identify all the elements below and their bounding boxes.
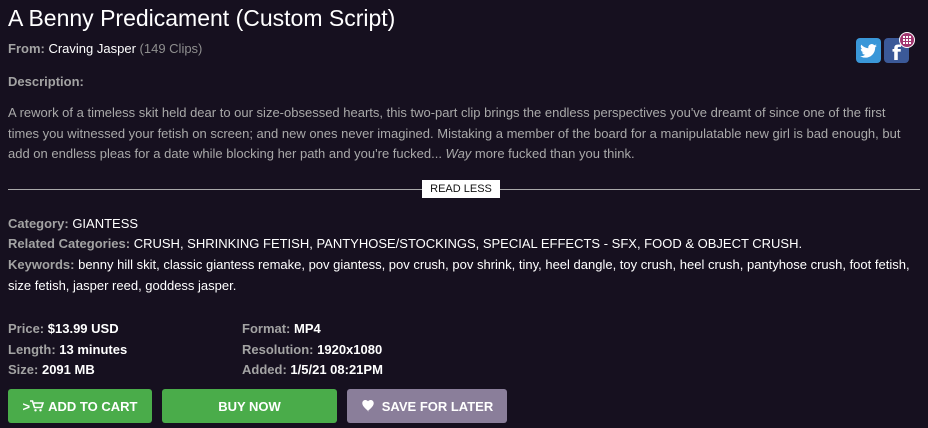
add-to-cart-button[interactable]: > ADD TO CART — [8, 389, 152, 423]
category-row: Category: GIANTESS — [8, 214, 918, 235]
added-label: Added: — [242, 362, 287, 377]
related-categories-row: Related Categories: CRUSH, SHRINKING FET… — [8, 234, 918, 255]
resolution-row: Resolution: 1920x1080 — [242, 340, 383, 361]
clip-from: From: Craving Jasper (149 Clips) — [8, 41, 202, 56]
keywords-row: Keywords: benny hill skit, classic giant… — [8, 255, 918, 296]
related-categories-links[interactable]: CRUSH, SHRINKING FETISH, PANTYHOSE/STOCK… — [134, 236, 802, 251]
twitter-share-button[interactable] — [856, 38, 881, 63]
description-text: A rework of a timeless skit held dear to… — [8, 103, 920, 165]
description-emphasis: Way — [445, 146, 472, 161]
buy-now-button[interactable]: BUY NOW — [162, 389, 337, 423]
size-row: Size: 2091 MB — [8, 360, 127, 381]
save-for-later-button[interactable]: SAVE FOR LATER — [347, 389, 507, 423]
format-value: MP4 — [294, 321, 321, 336]
category-link[interactable]: GIANTESS — [72, 216, 138, 231]
size-value: 2091 MB — [41, 362, 95, 377]
resolution-value: 1920x1080 — [317, 341, 383, 357]
specs-right: Format: MP4 Resolution: 1920x1080 Added:… — [242, 319, 383, 381]
save-for-later-label: SAVE FOR LATER — [381, 398, 494, 414]
category-label: Category: — [8, 216, 69, 231]
clip-detail-panel: A Benny Predicament (Custom Script) From… — [0, 0, 928, 428]
specs-left: Price: $13.99 USD Length: 13 minutes Siz… — [8, 319, 127, 381]
description-label: Description: — [8, 74, 84, 89]
grid-icon — [903, 36, 911, 44]
price-row: Price: $13.99 USD — [8, 319, 127, 340]
clip-count: (149 Clips) — [139, 41, 203, 56]
format-label: Format: — [242, 321, 291, 336]
facebook-share-button[interactable]: f — [884, 32, 915, 65]
keywords-label: Keywords: — [8, 257, 75, 272]
price-label: Price: — [8, 321, 45, 336]
format-row: Format: MP4 — [242, 319, 383, 340]
related-label: Related Categories: — [8, 236, 131, 251]
description-end: more fucked than you think. — [471, 146, 635, 161]
from-label: From: — [8, 41, 45, 56]
heart-icon — [362, 400, 374, 412]
added-value: 1/5/21 08:21PM — [290, 362, 383, 377]
read-less-button[interactable]: READ LESS — [422, 180, 500, 198]
size-label: Size: — [8, 362, 39, 377]
social-share: f — [856, 32, 915, 65]
added-row: Added: 1/5/21 08:21PM — [242, 360, 383, 381]
twitter-icon — [860, 43, 877, 58]
clip-title: A Benny Predicament (Custom Script) — [8, 5, 396, 31]
keywords-links[interactable]: benny hill skit, classic giantess remake… — [8, 257, 910, 293]
buy-now-label: BUY NOW — [218, 398, 281, 414]
studio-link[interactable]: Craving Jasper — [48, 41, 135, 56]
cart-prefix: > — [22, 398, 31, 414]
price-value: $13.99 USD — [47, 321, 119, 336]
length-label: Length: — [8, 341, 56, 357]
cart-icon — [30, 400, 45, 412]
length-row: Length: 13 minutes — [8, 340, 127, 361]
add-to-cart-label: ADD TO CART — [48, 398, 138, 414]
length-value: 13 minutes — [59, 341, 128, 357]
share-more-badge[interactable] — [899, 32, 915, 48]
resolution-label: Resolution: — [242, 341, 314, 357]
